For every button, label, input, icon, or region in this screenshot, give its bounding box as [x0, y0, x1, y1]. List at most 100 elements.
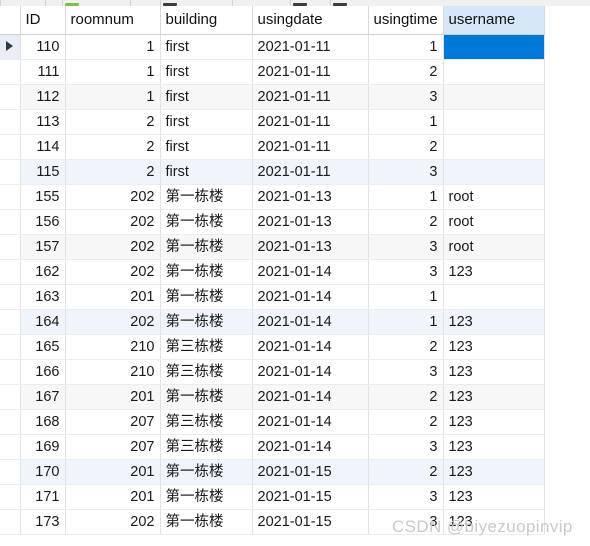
row-selector[interactable]	[0, 59, 21, 85]
cell-usingdate[interactable]: 2021-01-11	[252, 59, 369, 85]
row-selector[interactable]	[0, 234, 21, 260]
cell-building[interactable]: 第一栋楼	[160, 484, 253, 510]
data-grid[interactable]: ID roomnum building usingdate usingtime …	[0, 6, 590, 546]
cell-roomnum[interactable]: 202	[65, 209, 161, 235]
cell-usingdate[interactable]: 2021-01-13	[252, 184, 369, 210]
cell-usingtime[interactable]: 3	[368, 359, 444, 385]
cell-id[interactable]: 110	[20, 34, 66, 60]
cell-usingtime[interactable]: 1	[368, 284, 444, 310]
cell-building[interactable]: 第一栋楼	[160, 234, 253, 260]
cell-id[interactable]: 167	[20, 384, 66, 410]
cell-usingdate[interactable]: 2021-01-11	[252, 134, 369, 160]
cell-building[interactable]: 第三栋楼	[160, 359, 253, 385]
row-selector[interactable]	[0, 384, 21, 410]
cell-building[interactable]: 第三栋楼	[160, 334, 253, 360]
table-row[interactable]: 157 202 第一栋楼 2021-01-13 3 root	[0, 234, 545, 260]
cell-usingdate[interactable]: 2021-01-13	[252, 234, 369, 260]
cell-roomnum[interactable]: 207	[65, 434, 161, 460]
cell-usingdate[interactable]: 2021-01-11	[252, 159, 369, 185]
cell-building[interactable]: 第一栋楼	[160, 384, 253, 410]
table-row[interactable]: 169 207 第三栋楼 2021-01-14 3 123	[0, 434, 545, 460]
row-selector[interactable]	[0, 434, 21, 460]
cell-id[interactable]: 173	[20, 509, 66, 535]
cell-id[interactable]: 163	[20, 284, 66, 310]
cell-building[interactable]: 第一栋楼	[160, 184, 253, 210]
cell-usingdate[interactable]: 2021-01-13	[252, 209, 369, 235]
row-selector[interactable]	[0, 259, 21, 285]
cell-roomnum[interactable]: 201	[65, 484, 161, 510]
cell-roomnum[interactable]: 2	[65, 109, 161, 135]
table-row[interactable]: 110 1 first 2021-01-11 1	[0, 34, 545, 60]
cell-usingdate[interactable]: 2021-01-15	[252, 484, 369, 510]
cell-building[interactable]: 第一栋楼	[160, 284, 253, 310]
column-header-usingdate[interactable]: usingdate	[252, 6, 369, 35]
cell-username[interactable]: 123	[443, 509, 545, 535]
cell-building[interactable]: first	[160, 134, 253, 160]
cell-building[interactable]: first	[160, 34, 253, 60]
cell-usingdate[interactable]: 2021-01-14	[252, 359, 369, 385]
cell-usingtime[interactable]: 2	[368, 409, 444, 435]
cell-roomnum[interactable]: 210	[65, 359, 161, 385]
row-selector[interactable]	[0, 409, 21, 435]
cell-usingtime[interactable]: 2	[368, 209, 444, 235]
table-row[interactable]: 163 201 第一栋楼 2021-01-14 1	[0, 284, 545, 310]
row-selector[interactable]	[0, 334, 21, 360]
cell-building[interactable]: first	[160, 109, 253, 135]
cell-usingtime[interactable]: 2	[368, 384, 444, 410]
cell-usingdate[interactable]: 2021-01-14	[252, 259, 369, 285]
table-row[interactable]: 162 202 第一栋楼 2021-01-14 3 123	[0, 259, 545, 285]
cell-username[interactable]	[443, 84, 545, 110]
cell-usingdate[interactable]: 2021-01-11	[252, 109, 369, 135]
cell-username[interactable]: root	[443, 184, 545, 210]
cell-building[interactable]: 第三栋楼	[160, 434, 253, 460]
cell-usingdate[interactable]: 2021-01-14	[252, 384, 369, 410]
cell-usingtime[interactable]: 1	[368, 309, 444, 335]
cell-id[interactable]: 157	[20, 234, 66, 260]
cell-usingtime[interactable]: 1	[368, 34, 444, 60]
cell-id[interactable]: 111	[20, 59, 66, 85]
table-row[interactable]: 112 1 first 2021-01-11 3	[0, 84, 545, 110]
cell-username[interactable]: 123	[443, 334, 545, 360]
cell-building[interactable]: first	[160, 59, 253, 85]
cell-roomnum[interactable]: 210	[65, 334, 161, 360]
cell-username[interactable]: 123	[443, 484, 545, 510]
cell-usingdate[interactable]: 2021-01-14	[252, 434, 369, 460]
table-row[interactable]: 115 2 first 2021-01-11 3	[0, 159, 545, 185]
row-selector[interactable]	[0, 159, 21, 185]
cell-roomnum[interactable]: 201	[65, 459, 161, 485]
cell-id[interactable]: 155	[20, 184, 66, 210]
table-row[interactable]: 113 2 first 2021-01-11 1	[0, 109, 545, 135]
cell-id[interactable]: 156	[20, 209, 66, 235]
cell-username[interactable]	[443, 109, 545, 135]
cell-username[interactable]: 123	[443, 459, 545, 485]
cell-usingdate[interactable]: 2021-01-11	[252, 34, 369, 60]
table-row[interactable]: 165 210 第三栋楼 2021-01-14 2 123	[0, 334, 545, 360]
cell-roomnum[interactable]: 1	[65, 84, 161, 110]
row-selector[interactable]	[0, 109, 21, 135]
cell-roomnum[interactable]: 202	[65, 309, 161, 335]
cell-usingtime[interactable]: 2	[368, 459, 444, 485]
cell-username[interactable]: 123	[443, 259, 545, 285]
cell-usingtime[interactable]: 3	[368, 434, 444, 460]
table-row[interactable]: 111 1 first 2021-01-11 2	[0, 59, 545, 85]
cell-username[interactable]: root	[443, 234, 545, 260]
cell-username[interactable]	[443, 159, 545, 185]
cell-roomnum[interactable]: 201	[65, 284, 161, 310]
cell-usingtime[interactable]: 3	[368, 509, 444, 535]
cell-building[interactable]: first	[160, 159, 253, 185]
cell-username[interactable]: 123	[443, 384, 545, 410]
table-row[interactable]: 173 202 第一栋楼 2021-01-15 3 123	[0, 509, 545, 535]
cell-building[interactable]: 第一栋楼	[160, 259, 253, 285]
cell-building[interactable]: 第三栋楼	[160, 409, 253, 435]
cell-username[interactable]: 123	[443, 309, 545, 335]
table-row[interactable]: 170 201 第一栋楼 2021-01-15 2 123	[0, 459, 545, 485]
cell-id[interactable]: 162	[20, 259, 66, 285]
cell-id[interactable]: 115	[20, 159, 66, 185]
cell-id[interactable]: 165	[20, 334, 66, 360]
table-body[interactable]: 110 1 first 2021-01-11 1 111 1 first 2021-01-11 2…	[0, 34, 545, 535]
cell-roomnum[interactable]: 202	[65, 234, 161, 260]
cell-roomnum[interactable]: 1	[65, 59, 161, 85]
cell-id[interactable]: 168	[20, 409, 66, 435]
results-table[interactable]: ID roomnum building usingdate usingtime …	[0, 6, 545, 535]
cell-building[interactable]: 第一栋楼	[160, 509, 253, 535]
